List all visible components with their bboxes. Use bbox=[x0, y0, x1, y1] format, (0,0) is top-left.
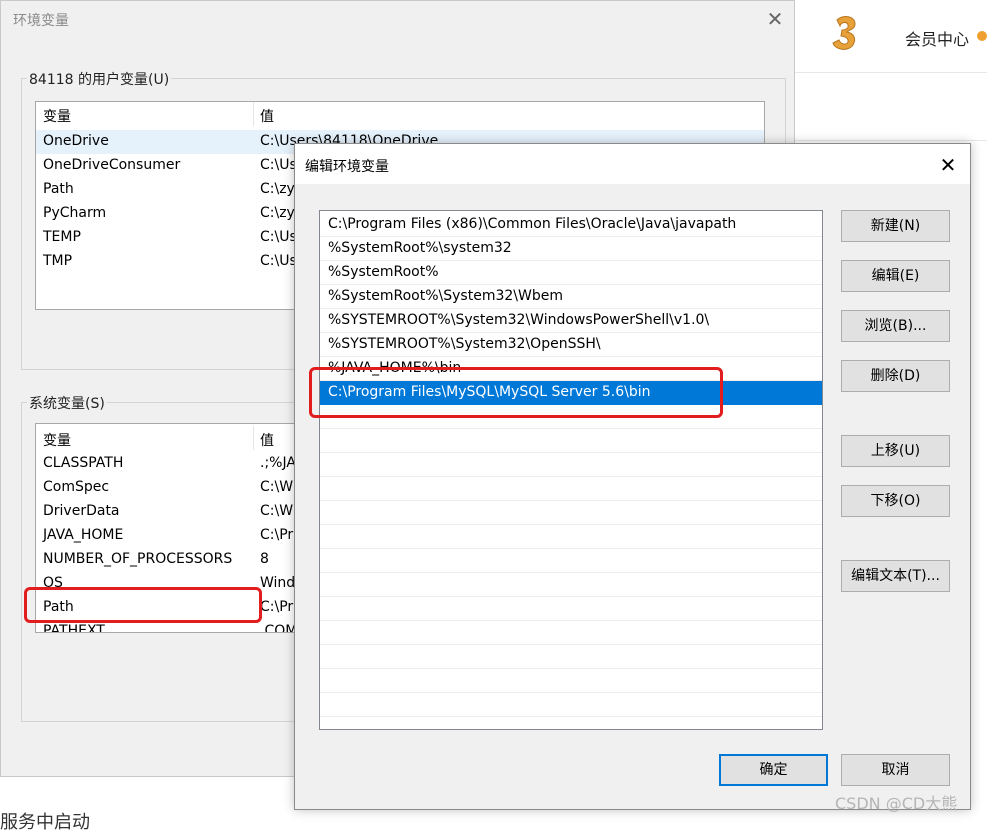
new-button[interactable]: 新建(N) bbox=[841, 210, 950, 242]
variable-value: C:\Pr bbox=[260, 599, 294, 615]
edit-environment-variable-dialog: 编辑环境变量 ✕ C:\Program Files (x86)\Common F… bbox=[294, 143, 971, 810]
path-entry: C:\Program Files (x86)\Common Files\Orac… bbox=[328, 216, 737, 232]
browse-button[interactable]: 浏览(B)... bbox=[841, 310, 950, 342]
empty-row bbox=[320, 621, 822, 645]
path-row-highlight bbox=[24, 587, 262, 623]
cancel-button[interactable]: 取消 bbox=[841, 754, 950, 786]
member-center-link[interactable]: 会员中心 bbox=[905, 26, 969, 50]
list-item[interactable]: %SystemRoot% bbox=[320, 261, 822, 285]
variable-name: JAVA_HOME bbox=[43, 527, 124, 543]
dialog-title: 环境变量 bbox=[13, 13, 69, 29]
variable-value: C:\zy bbox=[260, 205, 295, 221]
empty-row bbox=[320, 525, 822, 549]
variable-name: PATHEXT bbox=[43, 623, 105, 633]
background-bottom-text: 服务中启动 bbox=[0, 812, 90, 833]
variable-name: TEMP bbox=[43, 229, 81, 245]
empty-row bbox=[320, 597, 822, 621]
dialog-title: 编辑环境变量 bbox=[305, 159, 389, 175]
column-divider[interactable] bbox=[253, 102, 254, 126]
variable-value: C:\zy bbox=[260, 181, 295, 197]
empty-row bbox=[320, 669, 822, 693]
column-divider[interactable] bbox=[253, 426, 254, 450]
column-header-name[interactable]: 变量 bbox=[43, 106, 71, 126]
empty-row bbox=[320, 573, 822, 597]
close-icon[interactable]: ✕ bbox=[761, 5, 789, 33]
move-up-button[interactable]: 上移(U) bbox=[841, 435, 950, 467]
empty-row bbox=[320, 693, 822, 717]
background-header: 会员中心 bbox=[795, 0, 987, 73]
variable-name: DriverData bbox=[43, 503, 120, 519]
path-entry: %SystemRoot%\System32\Wbem bbox=[328, 288, 563, 304]
variable-value: C:\W bbox=[260, 503, 294, 519]
path-list[interactable]: C:\Program Files (x86)\Common Files\Orac… bbox=[319, 210, 823, 730]
path-entry: %SystemRoot%\system32 bbox=[328, 240, 512, 256]
column-header-value[interactable]: 值 bbox=[260, 430, 274, 450]
close-icon[interactable]: ✕ bbox=[933, 150, 963, 180]
variable-value: 8 bbox=[260, 551, 269, 567]
variable-name: TMP bbox=[43, 253, 73, 269]
variable-name: OneDriveConsumer bbox=[43, 157, 181, 173]
column-header-name[interactable]: 变量 bbox=[43, 430, 71, 450]
variable-name: ComSpec bbox=[43, 479, 110, 495]
variable-value: C:\W bbox=[260, 479, 294, 495]
edit-button[interactable]: 编辑(E) bbox=[841, 260, 950, 292]
variable-value: C:\Us bbox=[260, 253, 297, 269]
member-badge-icon bbox=[977, 31, 987, 41]
user-variables-label: 84118 的用户变量(U) bbox=[27, 69, 172, 89]
list-item[interactable]: %SYSTEMROOT%\System32\WindowsPowerShell\… bbox=[320, 309, 822, 333]
title-bar[interactable]: 编辑环境变量 ✕ bbox=[295, 144, 970, 184]
variable-value: .COM bbox=[260, 623, 298, 633]
list-item[interactable]: %SystemRoot%\system32 bbox=[320, 237, 822, 261]
variable-value: C:\Pr bbox=[260, 527, 294, 543]
watermark: CSDN @CD大熊 bbox=[835, 794, 958, 813]
logo-icon bbox=[832, 16, 856, 50]
edit-text-button[interactable]: 编辑文本(T)... bbox=[841, 560, 950, 592]
empty-row bbox=[320, 501, 822, 525]
path-entry: %SystemRoot% bbox=[328, 264, 439, 280]
empty-row bbox=[320, 477, 822, 501]
list-header: 变量 值 bbox=[36, 102, 764, 126]
move-down-button[interactable]: 下移(O) bbox=[841, 485, 950, 517]
mysql-path-highlight bbox=[309, 367, 723, 418]
variable-value: .;%JA bbox=[260, 455, 296, 471]
background-divider bbox=[795, 140, 987, 141]
variable-name: OneDrive bbox=[43, 133, 109, 149]
path-entry: %SYSTEMROOT%\System32\WindowsPowerShell\… bbox=[328, 312, 710, 328]
variable-name: PyCharm bbox=[43, 205, 107, 221]
empty-row bbox=[320, 549, 822, 573]
column-header-value[interactable]: 值 bbox=[260, 106, 274, 126]
variable-value: C:\Us bbox=[260, 157, 297, 173]
list-item[interactable]: %SYSTEMROOT%\System32\OpenSSH\ bbox=[320, 333, 822, 357]
path-entry: %SYSTEMROOT%\System32\OpenSSH\ bbox=[328, 336, 601, 352]
variable-name: CLASSPATH bbox=[43, 455, 124, 471]
empty-row bbox=[320, 453, 822, 477]
variable-name: NUMBER_OF_PROCESSORS bbox=[43, 551, 233, 567]
list-item[interactable]: C:\Program Files (x86)\Common Files\Orac… bbox=[320, 213, 822, 237]
variable-value: Wind bbox=[260, 575, 296, 591]
variable-value: C:\Us bbox=[260, 229, 297, 245]
empty-row bbox=[320, 429, 822, 453]
ok-button[interactable]: 确定 bbox=[719, 754, 828, 786]
delete-button[interactable]: 删除(D) bbox=[841, 360, 950, 392]
empty-row bbox=[320, 645, 822, 669]
list-item[interactable]: %SystemRoot%\System32\Wbem bbox=[320, 285, 822, 309]
variable-name: Path bbox=[43, 181, 74, 197]
system-variables-label: 系统变量(S) bbox=[27, 393, 107, 413]
